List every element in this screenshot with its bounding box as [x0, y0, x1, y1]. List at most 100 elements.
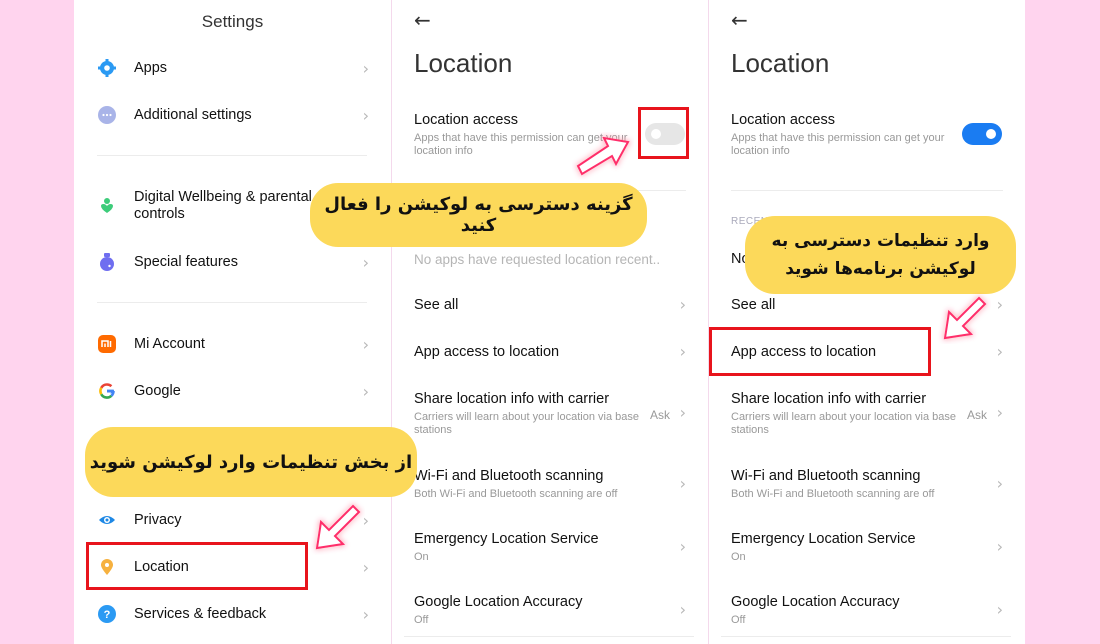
row-subtitle: Both Wi-Fi and Bluetooth scanning are of…: [731, 488, 935, 500]
settings-item-label: Additional settings: [134, 106, 252, 123]
location-access-toggle[interactable]: [962, 123, 1002, 145]
pointer-arrow-icon: [315, 504, 361, 550]
row-subtitle: Carriers will learn about your location …: [414, 411, 639, 436]
emergency-location-service-row[interactable]: Emergency Location Service On ›: [414, 531, 694, 564]
highlight-app-access-row: [709, 327, 931, 376]
location-panel-off: ← Location Location access Apps that hav…: [392, 0, 708, 644]
chevron-right-icon: ›: [362, 557, 369, 577]
row-subtitle: Off: [731, 614, 746, 626]
settings-item-additional-settings[interactable]: Additional settings ›: [74, 95, 391, 135]
page-title: Location: [731, 48, 830, 78]
settings-item-label: Services & feedback: [134, 605, 267, 622]
divider: [97, 302, 367, 303]
bubble-line-2: لوکیشن برنامه‌ها شوید: [785, 259, 976, 279]
row-subtitle: Both Wi-Fi and Bluetooth scanning are of…: [414, 488, 618, 500]
chevron-right-icon: ›: [362, 58, 369, 78]
google-location-accuracy-row[interactable]: Google Location Accuracy Off ›: [731, 594, 1011, 627]
settings-item-services-feedback[interactable]: ? Services & feedback ›: [74, 594, 391, 634]
chevron-right-icon: ›: [362, 334, 369, 354]
settings-item-label: Privacy: [134, 511, 182, 528]
divider: [721, 636, 1011, 637]
divider: [404, 636, 694, 637]
row-title: Emergency Location Service: [731, 531, 916, 547]
wifi-bluetooth-scanning-row[interactable]: Wi-Fi and Bluetooth scanning Both Wi-Fi …: [414, 468, 694, 501]
see-all-row[interactable]: See all ›: [414, 295, 694, 314]
chevron-right-icon: ›: [679, 403, 686, 422]
row-title: Share location info with carrier: [731, 391, 927, 407]
chevron-right-icon: ›: [996, 474, 1003, 493]
chevron-right-icon: ›: [996, 600, 1003, 619]
settings-item-label: Apps: [134, 59, 168, 76]
row-subtitle: On: [414, 551, 429, 563]
settings-item-mi-account[interactable]: Mi Account ›: [74, 324, 391, 364]
bubble-line-1: وارد تنظیمات دسترسی به: [771, 231, 990, 251]
google-logo-icon: [98, 382, 116, 400]
more-dots-icon: [98, 106, 116, 124]
label-line-2: controls: [134, 206, 185, 222]
wifi-bluetooth-scanning-row[interactable]: Wi-Fi and Bluetooth scanning Both Wi-Fi …: [731, 468, 1011, 501]
location-access-subtitle: Apps that have this permission can get y…: [731, 132, 945, 157]
chevron-right-icon: ›: [679, 342, 686, 361]
chevron-right-icon: ›: [362, 105, 369, 125]
pointer-arrow-icon: [576, 136, 630, 176]
row-value: Ask: [966, 408, 987, 422]
pointer-arrow-icon: [943, 296, 987, 340]
chevron-right-icon: ›: [996, 342, 1003, 361]
toggle-knob: [986, 129, 996, 139]
row-subtitle: Off: [414, 614, 429, 626]
row-title: Google Location Accuracy: [731, 594, 900, 610]
chevron-right-icon: ›: [362, 381, 369, 401]
row-subtitle: Carriers will learn about your location …: [731, 411, 956, 436]
settings-item-label: Digital Wellbeing & parental controls: [134, 189, 312, 223]
settings-item-google[interactable]: Google ›: [74, 371, 391, 411]
row-title: Wi-Fi and Bluetooth scanning: [414, 468, 604, 484]
row-title: App access to location: [414, 344, 560, 360]
chevron-right-icon: ›: [996, 537, 1003, 556]
instruction-bubble-step3: وارد تنظیمات دسترسی به لوکیشن برنامه‌ها …: [745, 216, 1016, 294]
chevron-right-icon: ›: [996, 403, 1003, 422]
page-title: Location: [414, 48, 513, 78]
gear-icon: [98, 59, 116, 77]
divider: [97, 155, 367, 156]
chevron-right-icon: ›: [362, 252, 369, 272]
settings-item-special-features[interactable]: Special features ›: [74, 242, 391, 282]
mi-logo-icon: [98, 335, 116, 353]
chevron-right-icon: ›: [996, 295, 1003, 314]
recent-requests-empty: No apps have requested location recent..: [414, 252, 661, 267]
back-arrow-icon[interactable]: ←: [414, 8, 431, 32]
highlight-location-toggle: [638, 107, 689, 159]
back-arrow-icon[interactable]: ←: [731, 8, 748, 32]
chevron-right-icon: ›: [679, 474, 686, 493]
chevron-right-icon: ›: [679, 600, 686, 619]
eye-icon: [98, 511, 116, 529]
wellbeing-icon: [98, 197, 116, 215]
emergency-location-service-row[interactable]: Emergency Location Service On ›: [731, 531, 1011, 564]
chevron-right-icon: ›: [362, 604, 369, 624]
instruction-bubble-step1: از بخش تنظیمات وارد لوکیشن شوید: [85, 427, 417, 497]
app-access-to-location-row[interactable]: App access to location ›: [414, 342, 694, 361]
google-location-accuracy-row[interactable]: Google Location Accuracy Off ›: [414, 594, 694, 627]
settings-item-label: Google: [134, 382, 181, 399]
settings-item-label: Mi Account: [134, 335, 205, 352]
divider: [731, 190, 1003, 191]
chevron-right-icon: ›: [679, 537, 686, 556]
flask-icon: [98, 253, 116, 271]
svg-text:?: ?: [104, 609, 111, 621]
settings-item-apps[interactable]: Apps ›: [74, 48, 391, 88]
row-subtitle: On: [731, 551, 746, 563]
row-title: Emergency Location Service: [414, 531, 599, 547]
share-location-carrier-row[interactable]: Share location info with carrier Carrier…: [731, 391, 1011, 437]
row-value: Ask: [649, 408, 670, 422]
instruction-bubble-step2: گزینه دسترسی به لوکیشن را فعال کنید: [310, 183, 647, 247]
row-title: Wi-Fi and Bluetooth scanning: [731, 468, 921, 484]
row-title: Share location info with carrier: [414, 391, 610, 407]
settings-title: Settings: [201, 12, 264, 31]
settings-item-label: Special features: [134, 253, 238, 270]
row-title: See all: [414, 297, 459, 313]
highlight-location-item: [86, 542, 308, 590]
help-icon: ?: [98, 605, 116, 623]
chevron-right-icon: ›: [679, 295, 686, 314]
share-location-carrier-row[interactable]: Share location info with carrier Carrier…: [414, 391, 694, 437]
row-title: Google Location Accuracy: [414, 594, 583, 610]
label-line-1: Digital Wellbeing & parental: [134, 189, 312, 205]
